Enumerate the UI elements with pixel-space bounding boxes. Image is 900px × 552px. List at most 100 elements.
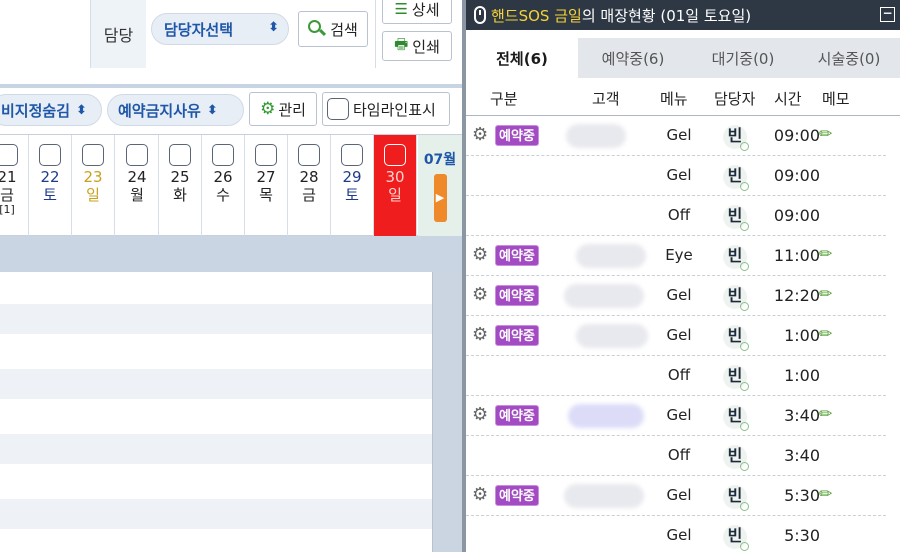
date-checkbox[interactable] [298,144,320,166]
reservation-row[interactable]: ⚙ 예약중 Gel 빈 09:00 ✏ [466,116,886,156]
status-badge: 예약중 [495,125,539,146]
panel-title-bar: 핸드SOS 금일 의 매장현황 (01일 토요일) − [466,0,900,30]
block-reason-select[interactable]: 예약금지사유 ⬍ [107,94,244,126]
menu-label: Gel [666,326,692,344]
date-checkbox[interactable] [82,144,104,166]
staff-select-value: 담당자선택 [164,20,234,39]
pencil-icon[interactable]: ✏ [819,324,839,344]
schedule-panel: 담당 담당자선택 ⬍ 검색 ☰ 상세 🖶 인쇄 비지정숨김 ⬍ 예약금지사유 ⬍… [0,0,462,552]
gear-icon[interactable]: ⚙ [472,245,492,265]
tab-2[interactable]: 대기중(0) [688,38,798,78]
pencil-icon[interactable]: ✏ [819,284,839,304]
detail-button[interactable]: ☰ 상세 [382,0,452,24]
search-small-icon [740,222,749,231]
pencil-icon[interactable]: ✏ [819,404,839,424]
date-checkbox[interactable] [126,144,148,166]
vertical-scrollbar[interactable] [432,272,462,552]
date-cell-22[interactable]: 22 토 [29,135,72,236]
time-label: 11:00 [773,246,820,265]
date-cell-21[interactable]: 21 금 [1] [0,135,29,236]
date-cell-30[interactable]: 30 일 [374,135,417,236]
weekday-label: 금 [0,186,14,204]
time-label: 12:20 [773,286,820,305]
search-icon [308,20,327,38]
staff-avatar: 빈 [723,125,749,151]
reservation-row[interactable]: ⚙ 예약중 Gel 빈 12:20 ✏ [466,276,886,316]
time-label: 3:40 [784,446,820,465]
date-cell-29[interactable]: 29 토 [331,135,374,236]
weekday-label: 토 [345,186,359,204]
block-reason-label: 예약금지사유 [118,101,201,120]
date-cell-28[interactable]: 28 금 [288,135,331,236]
gear-icon[interactable]: ⚙ [472,485,492,505]
date-cell-23[interactable]: 23 일 [72,135,115,236]
date-checkbox[interactable] [0,144,18,166]
grid-stripe [0,499,432,529]
pencil-icon[interactable]: ✏ [819,244,839,264]
gear-icon[interactable]: ⚙ [472,125,492,145]
staff-label: 담당 [90,0,146,68]
gear-icon[interactable]: ⚙ [472,405,492,425]
reservation-row[interactable]: Off 빈 1:00 [466,356,886,396]
date-checkbox[interactable] [384,144,406,166]
search-button-label: 검색 [330,20,358,39]
menu-label: Off [667,366,691,384]
tab-0[interactable]: 전체(6) [466,38,578,78]
time-label: 09:00 [773,126,820,145]
timeline-checkbox[interactable] [327,98,349,120]
pencil-icon[interactable]: ✏ [819,484,839,504]
collapse-icon[interactable]: − [880,7,895,22]
date-checkbox[interactable] [255,144,277,166]
staff-select[interactable]: 담당자선택 ⬍ [151,13,289,45]
timeline-toggle[interactable]: 타임라인표시 [322,92,450,126]
reservation-row[interactable]: Off 빈 09:00 [466,196,886,236]
tab-3[interactable]: 시술중(0) [798,38,900,78]
hide-unassigned-select[interactable]: 비지정숨김 ⬍ [0,94,102,126]
reservation-row[interactable]: ⚙ 예약중 Gel 빈 3:40 ✏ [466,396,886,436]
gear-icon[interactable]: ⚙ [472,325,492,345]
customer-name-redacted [576,324,648,348]
date-checkbox[interactable] [39,144,61,166]
gear-icon[interactable]: ⚙ [472,285,492,305]
filter-row: 비지정숨김 ⬍ 예약금지사유 ⬍ ⚙ 관리 타임라인표시 [0,88,462,134]
store-status-panel: 핸드SOS 금일 의 매장현황 (01일 토요일) − 전체(6) 예약중(6) 대… [466,0,900,552]
reservation-row[interactable]: ⚙ 예약중 Eye 빈 11:00 ✏ [466,236,886,276]
next-arrow-icon[interactable]: ▶ [433,174,447,222]
print-button[interactable]: 🖶 인쇄 [382,31,452,61]
staff-avatar: 빈 [723,325,749,351]
mouse-icon [474,6,486,24]
reservation-row[interactable]: Gel 빈 5:30 [466,516,886,552]
timeline-label: 타임라인표시 [353,100,436,119]
status-badge: 예약중 [495,325,539,346]
customer-name-redacted [566,124,626,148]
next-month-cell[interactable]: 07월 ▶ [418,135,462,236]
date-checkbox[interactable] [212,144,234,166]
reservation-row[interactable]: ⚙ 예약중 Gel 빈 5:30 ✏ [466,476,886,516]
date-cell-27[interactable]: 27 목 [245,135,288,236]
search-small-icon [740,382,749,391]
search-small-icon [740,342,749,351]
manage-button[interactable]: ⚙ 관리 [249,92,317,126]
reservation-row[interactable]: ⚙ 예약중 Gel 빈 1:00 ✏ [466,316,886,356]
col-type: 구분 [490,90,518,108]
search-button[interactable]: 검색 [298,11,368,47]
weekday-label: 화 [173,186,187,204]
tab-1[interactable]: 예약중(6) [578,38,688,78]
date-cell-25[interactable]: 25 화 [159,135,202,236]
reservation-row[interactable]: Gel 빈 09:00 [466,156,886,196]
time-label: 5:30 [784,486,820,505]
col-customer: 고객 [592,90,620,108]
weekday-label: 수 [216,186,230,204]
date-checkbox[interactable] [341,144,363,166]
status-tabs: 전체(6) 예약중(6) 대기중(0) 시술중(0) [466,38,900,78]
date-number: 30 [385,168,405,186]
time-label: 3:40 [784,406,820,425]
search-small-icon [740,302,749,311]
date-cell-26[interactable]: 26 수 [202,135,245,236]
schedule-grid[interactable] [0,272,432,552]
reservation-row[interactable]: Off 빈 3:40 [466,436,886,476]
date-cell-24[interactable]: 24 월 [116,135,159,236]
pencil-icon[interactable]: ✏ [819,124,839,144]
date-checkbox[interactable] [169,144,191,166]
time-label: 1:00 [784,326,820,345]
